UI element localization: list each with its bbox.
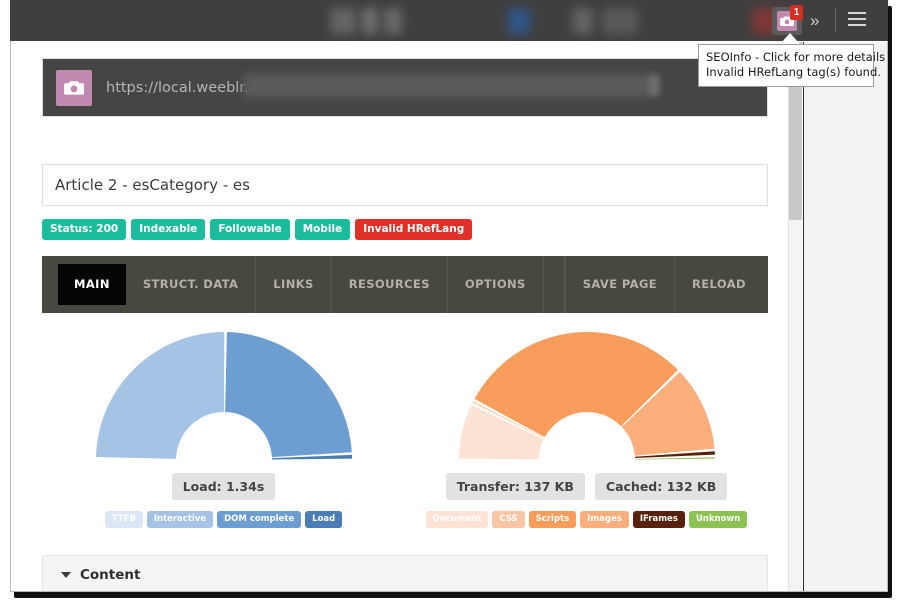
load-timing-chart: Load: 1.34s TTFB Interactive DOM complete L… (42, 313, 405, 543)
toolbar-blurred-item (330, 8, 356, 34)
status-badge: Invalid HRefLang (355, 219, 473, 240)
page-behind-popup (803, 42, 887, 591)
status-badge: Followable (210, 219, 290, 240)
url-bar[interactable]: https://local.weeblr. (42, 58, 768, 117)
popup-scroll-area: https://local.weeblr. Article 2 - esCate… (11, 42, 802, 591)
tab-links[interactable]: LINKS (256, 256, 332, 313)
tab-struct-data[interactable]: STRUCT. DATA (126, 256, 257, 313)
charts-row: Load: 1.34s TTFB Interactive DOM complete L… (42, 313, 768, 543)
resource-size-legend: Document CSS Scripts Images IFrames Unknown (405, 511, 768, 528)
status-badge: Mobile (294, 219, 351, 240)
url-redacted-region (649, 76, 659, 95)
chart-value-pill: Transfer: 137 KB (445, 473, 585, 500)
chart-value-pill: Cached: 132 KB (594, 473, 728, 500)
nav-spacer (544, 256, 565, 313)
hamburger-menu-icon[interactable] (848, 12, 866, 28)
toolbar-blurred-item (602, 8, 638, 34)
legend-pill[interactable]: IFrames (632, 511, 685, 528)
legend-pill[interactable]: Load (305, 511, 343, 528)
double-chevron-right-icon[interactable]: » (810, 12, 819, 29)
tab-options[interactable]: OPTIONS (448, 256, 544, 313)
reload-button[interactable]: RELOAD (675, 256, 768, 313)
legend-pill[interactable]: Document (425, 511, 489, 528)
legend-pill[interactable]: TTFB (104, 511, 143, 528)
tooltip-arrow (780, 33, 800, 44)
legend-pill[interactable]: Unknown (688, 511, 748, 528)
page-title: Article 2 - esCategory - es (55, 176, 250, 194)
tooltip-line-2: Invalid HRefLang tag(s) found. (706, 65, 881, 79)
toolbar-blurred-item (508, 8, 530, 34)
status-badge: Indexable (131, 219, 206, 240)
toolbar-blurred-item (362, 8, 378, 34)
browser-toolbar (10, 0, 888, 41)
toolbar-blurred-item (384, 8, 402, 34)
gauge-segment (95, 332, 224, 459)
url-text: https://local.weeblr. (106, 79, 249, 96)
seoinfo-popup-panel: https://local.weeblr. Article 2 - esCate… (11, 42, 802, 591)
legend-pill[interactable]: Images (580, 511, 629, 528)
extension-badge-count: 1 (790, 5, 803, 20)
legend-pill[interactable]: DOM complete (217, 511, 302, 528)
extension-tooltip: SEOInfo - Click for more details Invalid… (698, 44, 886, 87)
status-badge: Status: 200 (42, 219, 127, 240)
resource-size-values: Transfer: 137 KB Cached: 132 KB (405, 473, 768, 500)
url-redacted-region (243, 74, 659, 97)
tab-resources[interactable]: RESOURCES (332, 256, 448, 313)
content-accordion-label: Content (80, 567, 141, 583)
gauge-segment (95, 458, 176, 460)
content-accordion-header[interactable]: Content (42, 555, 768, 591)
status-badges: Status: 200 Indexable Followable Mobile Inva… (42, 219, 473, 240)
legend-pill[interactable]: Interactive (146, 511, 214, 528)
tooltip-line-1: SEOInfo - Click for more details (706, 50, 886, 64)
page-title-card: Article 2 - esCategory - es (42, 164, 768, 206)
legend-pill[interactable]: CSS (492, 511, 525, 528)
load-timing-gauge (94, 329, 354, 469)
popup-nav-bar: MAIN STRUCT. DATA LINKS RESOURCES OPTIONS SAV… (42, 256, 768, 313)
load-timing-legend: TTFB Interactive DOM complete Load (42, 511, 405, 528)
caret-down-icon (61, 572, 71, 578)
legend-pill[interactable]: Scripts (528, 511, 577, 528)
load-timing-values: Load: 1.34s (42, 473, 405, 500)
tab-main[interactable]: MAIN (58, 264, 126, 305)
save-page-button[interactable]: SAVE PAGE (566, 256, 676, 313)
resource-size-chart: Transfer: 137 KB Cached: 132 KB Document C… (405, 313, 768, 543)
gauge-segment (634, 457, 715, 460)
seoinfo-extension-button[interactable]: 1 (772, 5, 803, 35)
gauge-segment (224, 332, 352, 458)
popup-scrollbar[interactable] (788, 42, 802, 591)
toolbar-blurred-item (573, 8, 593, 34)
chart-value-pill: Load: 1.34s (171, 473, 276, 500)
resource-size-gauge (457, 329, 717, 469)
toolbar-divider (835, 8, 836, 32)
camera-icon (56, 69, 92, 106)
